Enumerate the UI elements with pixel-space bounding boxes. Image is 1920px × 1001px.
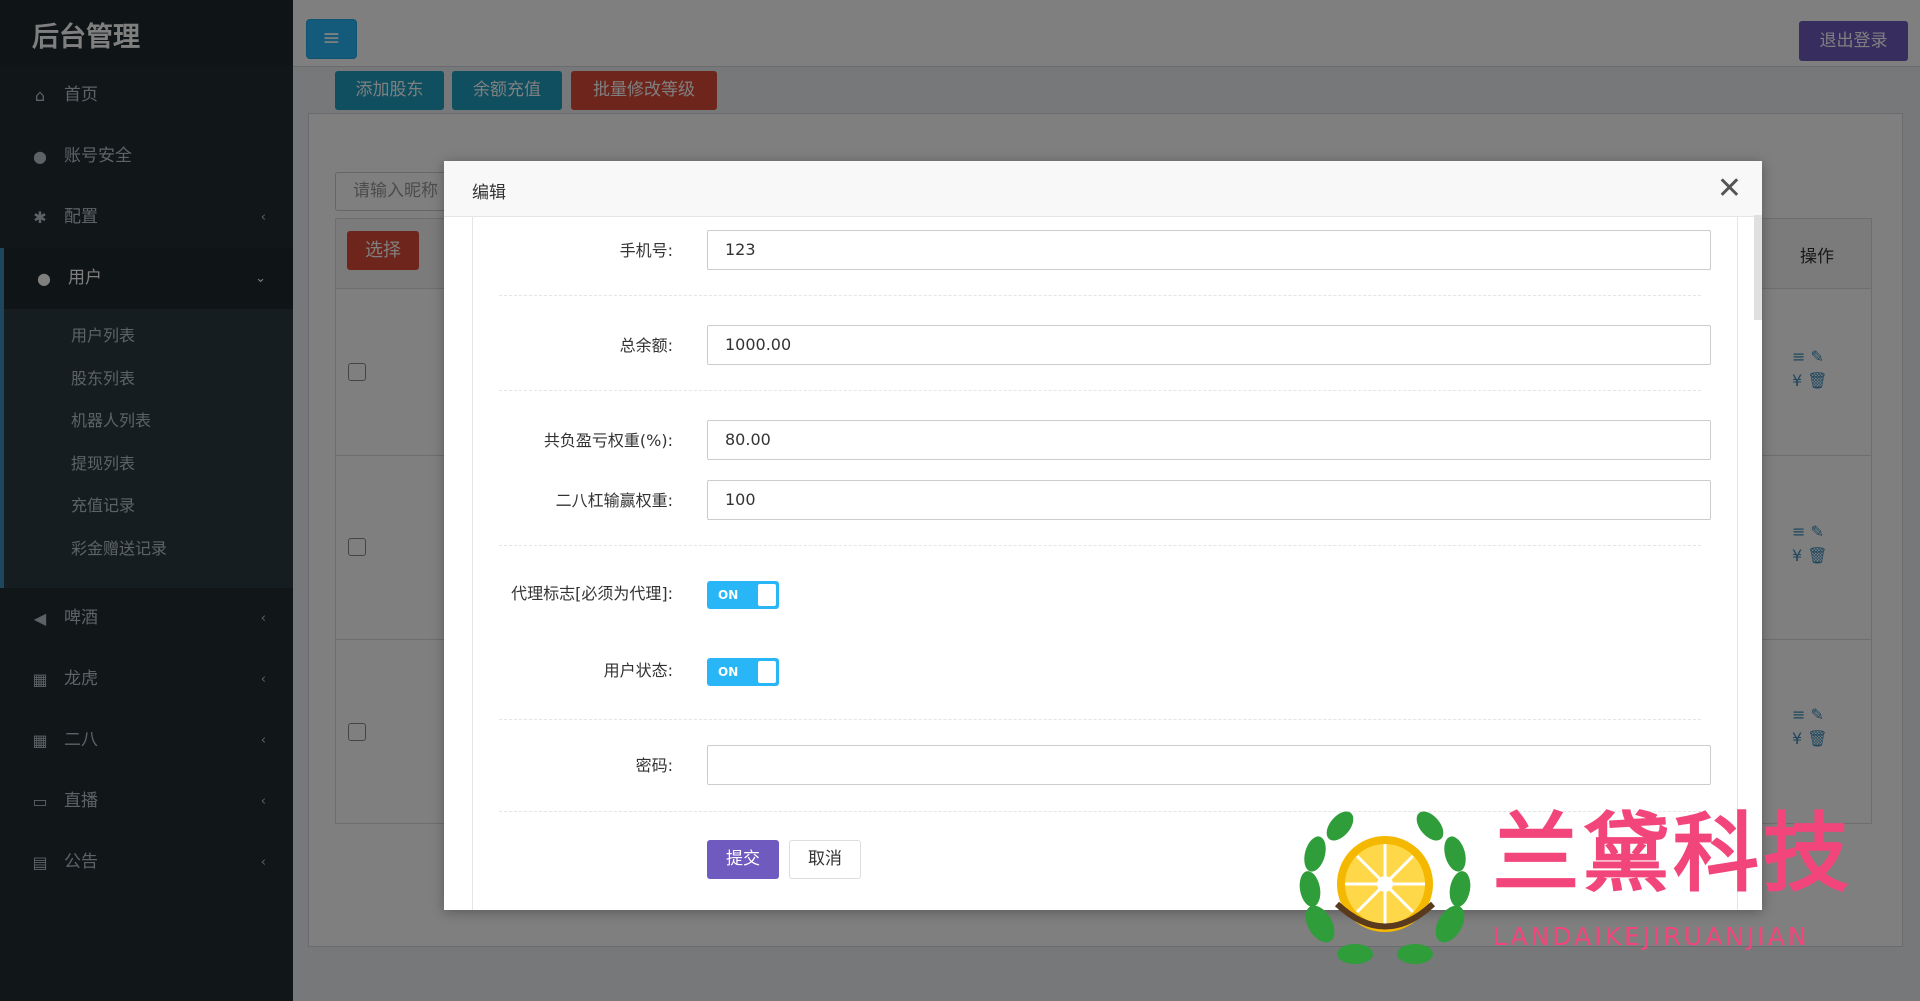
balance-label: 总余额:	[619, 336, 673, 355]
divider	[499, 390, 1701, 391]
toggle-label: ON	[718, 665, 739, 679]
toggle-label: ON	[718, 588, 739, 602]
modal-title: 编辑	[472, 183, 506, 203]
watermark: 兰黛科技 LANDAIKEJIRUANJIAN	[1295, 804, 1895, 974]
phone-label: 手机号:	[619, 241, 673, 260]
profit-weight-label: 共负盈亏权重(%):	[543, 431, 673, 450]
cancel-button[interactable]: 取消	[789, 840, 861, 879]
erba-weight-field[interactable]: 100	[707, 480, 1711, 520]
modal-header: 编辑 ✕	[444, 161, 1762, 217]
password-label: 密码:	[635, 756, 673, 775]
divider	[499, 295, 1701, 296]
toggle-knob	[758, 661, 776, 683]
modal-scrollbar[interactable]	[1754, 215, 1762, 320]
user-status-label: 用户状态:	[603, 661, 673, 680]
profit-weight-field[interactable]: 80.00	[707, 420, 1711, 460]
agent-flag-toggle[interactable]: ON	[707, 581, 779, 609]
divider	[499, 719, 1701, 720]
close-icon[interactable]: ✕	[1717, 171, 1742, 207]
watermark-subtitle: LANDAIKEJIRUANJIAN	[1493, 922, 1810, 951]
divider	[499, 545, 1701, 546]
user-status-toggle[interactable]: ON	[707, 658, 779, 686]
toggle-knob	[758, 584, 776, 606]
password-field[interactable]	[707, 745, 1711, 785]
submit-button[interactable]: 提交	[707, 840, 779, 879]
agent-flag-label: 代理标志[必须为代理]:	[511, 584, 673, 603]
phone-field[interactable]: 123	[707, 230, 1711, 270]
balance-field[interactable]: 1000.00	[707, 325, 1711, 365]
erba-weight-label: 二八杠输赢权重:	[555, 491, 673, 510]
edit-modal: 编辑 ✕ 手机号: 123 总余额: 1000.00 共负盈亏权重(%): 80…	[444, 161, 1762, 910]
watermark-title: 兰黛科技	[1493, 804, 1853, 904]
watermark-logo	[1299, 811, 1471, 964]
